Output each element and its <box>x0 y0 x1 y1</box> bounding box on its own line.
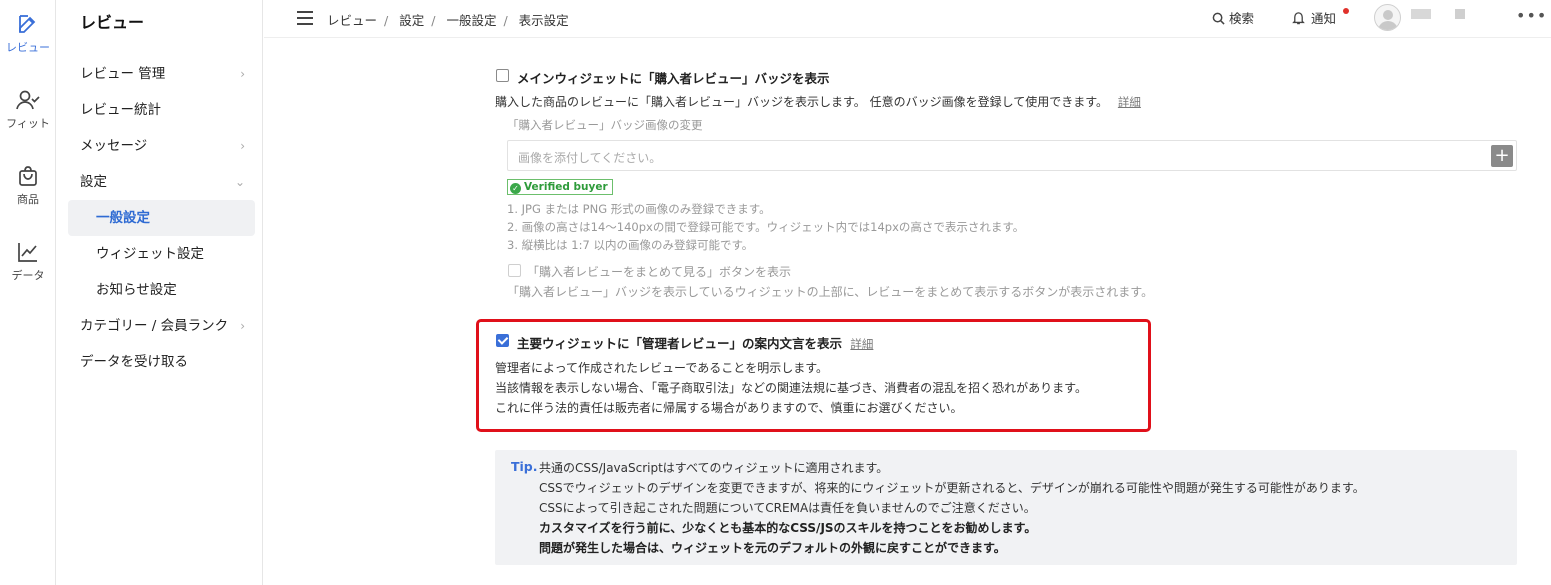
sidebar-item-label: データを受け取る <box>80 354 188 370</box>
buyer-badge-label: メインウィジェットに「購入者レビュー」バッジを表示 <box>517 71 830 86</box>
badge-note-3: 3. 縦横比は 1:7 以内の画像のみ登録可能です。 <box>507 238 754 252</box>
sidebar-item-label: レビュー統計 <box>80 102 161 118</box>
breadcrumb-item[interactable]: レビュー <box>327 13 377 28</box>
top-bar: レビュー / 設定 / 一般設定 / 表示設定 検索 通知 ••• <box>264 0 1551 38</box>
badge-image-label: 「購入者レビュー」バッジ画像の変更 <box>507 118 703 132</box>
view-all-button-checkbox[interactable] <box>508 264 521 277</box>
tip-line-3: CSSによって引き起こされた問題についてCREMAは責任を負いませんのでご注意く… <box>539 501 1036 515</box>
breadcrumb-item: 表示設定 <box>518 13 569 28</box>
bell-icon <box>1292 12 1305 25</box>
chevron-right-icon: › <box>240 67 245 81</box>
notification-button[interactable]: 通知 <box>1292 8 1336 27</box>
admin-review-label-text: 主要ウィジェットに「管理者レビュー」の案内文言を表示 <box>517 336 843 351</box>
chart-line-icon <box>18 243 37 262</box>
admin-review-label: 主要ウィジェットに「管理者レビュー」の案内文言を表示 詳細 <box>517 333 873 352</box>
buyer-badge-desc-text: 購入した商品のレビューに「購入者レビュー」バッジを表示します。 任意のバッジ画像… <box>495 95 1109 109</box>
search-button[interactable]: 検索 <box>1212 8 1254 27</box>
badge-image-placeholder: 画像を添付してください。 <box>518 151 662 165</box>
user-check-icon <box>16 90 40 110</box>
edit-icon <box>19 15 36 33</box>
notification-label: 通知 <box>1311 11 1337 26</box>
rail-label-review: レビュー <box>6 41 50 54</box>
sidebar-item-category-rank[interactable]: カテゴリー / 会員ランク › <box>68 308 255 344</box>
sidebar-item-label: メッセージ <box>80 138 148 154</box>
admin-review-line-2: 当該情報を表示しない場合、「電子商取引法」などの関連法規に基づき、消費者の混乱を… <box>495 381 1087 395</box>
admin-review-checkbox[interactable] <box>496 334 509 347</box>
sidebar-item-receive-data[interactable]: データを受け取る <box>68 344 255 380</box>
sidebar-item-label: 一般設定 <box>96 210 150 226</box>
buyer-badge-description: 購入した商品のレビューに「購入者レビュー」バッジを表示します。 任意のバッジ画像… <box>495 93 1141 110</box>
buyer-badge-detail-link[interactable]: 詳細 <box>1118 95 1141 109</box>
tip-box: Tip. 共通のCSS/JavaScriptはすべてのウィジェットに適用されます… <box>495 450 1517 565</box>
badge-note-1: 1. JPG または PNG 形式の画像のみ登録できます。 <box>507 202 771 216</box>
menu-icon[interactable] <box>297 11 313 25</box>
account-name-redacted <box>1411 9 1431 19</box>
sidebar-item-label: 設定 <box>80 174 107 190</box>
admin-review-line-3: これに伴う法的責任は販売者に帰属する場合がありますので、慎重にお選びください。 <box>495 401 963 415</box>
tip-line-2: CSSでウィジェットのデザインを変更できますが、将来的にウィジェットが更新される… <box>539 481 1365 495</box>
buyer-badge-checkbox[interactable] <box>496 69 509 82</box>
shopping-bag-icon <box>19 166 37 186</box>
rail-label-fit: フィット <box>6 117 50 130</box>
chevron-right-icon: › <box>240 139 245 153</box>
search-label: 検索 <box>1229 11 1255 26</box>
sidebar: レビュー レビュー 管理 › レビュー統計 メッセージ › 設定 ⌄ 一般設定 ウィジ… <box>60 0 263 585</box>
sidebar-item-label: カテゴリー / 会員ランク <box>80 318 229 334</box>
rail-label-data: データ <box>11 269 45 282</box>
badge-preview-text: Verified buyer <box>524 181 608 193</box>
sidebar-item-general-settings[interactable]: 一般設定 <box>68 200 255 236</box>
admin-review-line-1: 管理者によって作成されたレビューであることを明示します。 <box>495 361 829 375</box>
tip-line-1: 共通のCSS/JavaScriptはすべてのウィジェットに適用されます。 <box>539 461 889 475</box>
rail-item-data[interactable]: データ <box>0 240 56 283</box>
search-icon <box>1212 12 1225 25</box>
more-icon[interactable]: ••• <box>1516 6 1547 25</box>
sidebar-item-messages[interactable]: メッセージ › <box>68 128 255 164</box>
account-id-redacted <box>1455 9 1465 19</box>
icon-rail: レビュー フィット 商品 データ <box>0 0 56 585</box>
rail-label-product: 商品 <box>17 193 39 206</box>
rail-item-review[interactable]: レビュー <box>0 12 56 55</box>
rail-item-fit[interactable]: フィット <box>0 88 56 131</box>
tip-line-5: 問題が発生した場合は、ウィジェットを元のデフォルトの外観に戻すことができます。 <box>539 541 1006 555</box>
breadcrumb: レビュー / 設定 / 一般設定 / 表示設定 <box>327 13 569 28</box>
main-content: メインウィジェットに「購入者レビュー」バッジを表示 購入した商品のレビューに「購… <box>264 39 1551 585</box>
verified-buyer-badge-preview: ✓ Verified buyer <box>507 179 613 195</box>
notification-dot <box>1343 8 1349 14</box>
sidebar-item-label: レビュー 管理 <box>80 66 166 82</box>
rail-item-product[interactable]: 商品 <box>0 164 56 207</box>
sidebar-item-label: ウィジェット設定 <box>96 246 204 262</box>
tip-line-4: カスタマイズを行う前に、少なくとも基本的なCSS/JSのスキルを持つことをお勧め… <box>539 521 1037 535</box>
chevron-right-icon: › <box>240 319 245 333</box>
badge-image-input[interactable]: 画像を添付してください。 + <box>507 140 1517 171</box>
sidebar-item-notification-settings[interactable]: お知らせ設定 <box>68 272 255 308</box>
sidebar-item-label: お知らせ設定 <box>96 282 177 298</box>
admin-review-detail-link[interactable]: 詳細 <box>850 337 873 351</box>
add-image-button[interactable]: + <box>1491 145 1513 167</box>
breadcrumb-item[interactable]: 一般設定 <box>446 13 496 28</box>
view-all-button-description: 「購入者レビュー」バッジを表示しているウィジェットの上部に、レビューをまとめて表… <box>507 285 1154 299</box>
chevron-down-icon: ⌄ <box>234 175 245 189</box>
breadcrumb-item[interactable]: 設定 <box>399 13 424 28</box>
avatar[interactable] <box>1374 4 1401 31</box>
sidebar-item-review-stats[interactable]: レビュー統計 <box>68 92 255 128</box>
tip-label: Tip. <box>511 459 538 474</box>
sidebar-item-settings[interactable]: 設定 ⌄ <box>68 164 255 200</box>
sidebar-item-review-management[interactable]: レビュー 管理 › <box>68 56 255 92</box>
sidebar-item-widget-settings[interactable]: ウィジェット設定 <box>68 236 255 272</box>
view-all-button-label: 「購入者レビューをまとめて見る」ボタンを表示 <box>527 265 792 279</box>
badge-note-2: 2. 画像の高さは14～140pxの間で登録可能です。ウィジェット内では14px… <box>507 220 1025 234</box>
check-circle-icon: ✓ <box>510 183 521 194</box>
sidebar-title: レビュー <box>80 13 145 32</box>
